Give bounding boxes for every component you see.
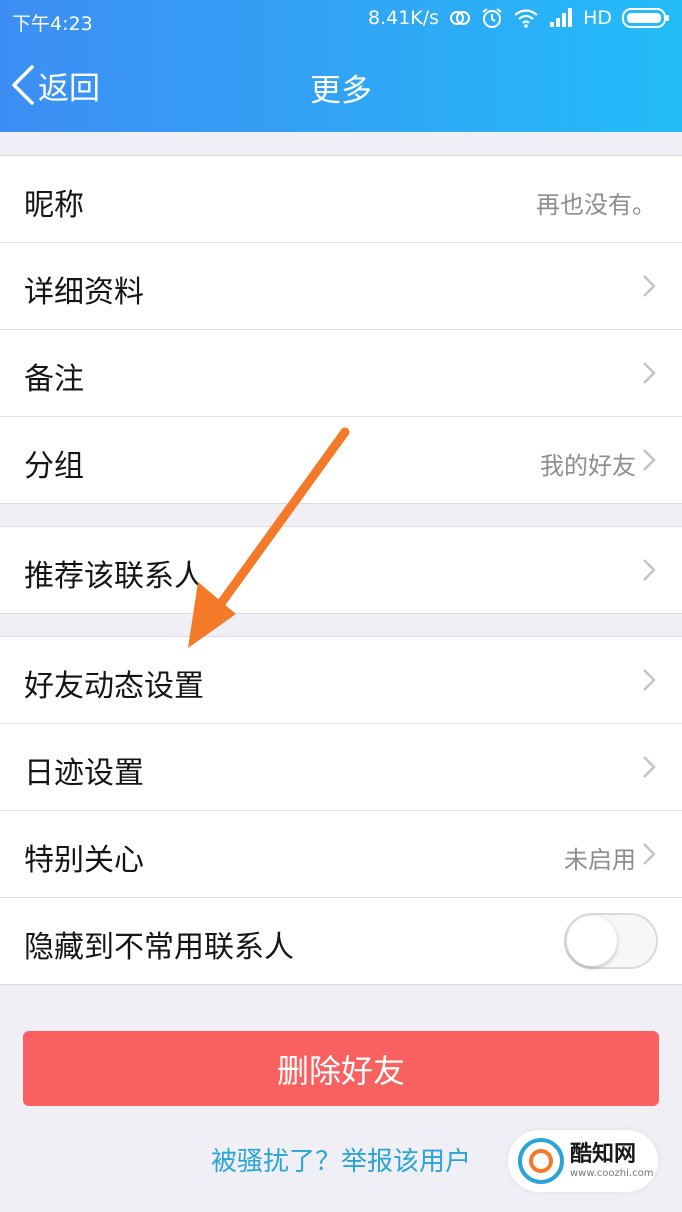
row-label: 日迹设置 <box>24 756 144 791</box>
chevron-right-icon <box>643 449 656 471</box>
row-label: 分组 <box>24 449 84 484</box>
status-time: 下午4:23 <box>12 13 93 35</box>
row-group[interactable]: 分组 我的好友 <box>0 417 682 503</box>
row-label: 好友动态设置 <box>24 669 204 704</box>
network-speed: 8.41K/s <box>368 7 440 29</box>
toggle-knob <box>567 916 617 966</box>
chevron-right-icon <box>643 559 656 581</box>
coozhi-logo-icon <box>518 1138 564 1184</box>
row-label: 备注 <box>24 362 84 397</box>
status-bar: 下午4:23 8.41K/s HD <box>0 0 682 40</box>
group-value: 我的好友 <box>540 452 636 480</box>
row-friend-feed-settings[interactable]: 好友动态设置 <box>0 637 682 724</box>
chevron-right-icon <box>643 362 656 384</box>
row-label: 推荐该联系人 <box>24 559 204 594</box>
row-hide-infrequent: 隐藏到不常用联系人 <box>0 898 682 984</box>
signal-icon <box>550 8 573 27</box>
status-indicators: 8.41K/s HD <box>368 7 670 29</box>
settings-group-privacy: 好友动态设置 日迹设置 特别关心 未启用 隐藏到不常用联系人 <box>0 636 682 985</box>
chevron-right-icon <box>643 669 656 691</box>
settings-group-profile: 昵称 再也没有。 详细资料 备注 分组 我的好友 <box>0 155 682 504</box>
row-nickname[interactable]: 昵称 再也没有。 <box>0 156 682 243</box>
special-care-value: 未启用 <box>564 846 636 874</box>
row-profile-details[interactable]: 详细资料 <box>0 243 682 330</box>
row-label: 详细资料 <box>24 275 144 310</box>
sync-icon <box>450 11 471 25</box>
network-type: HD <box>583 7 612 29</box>
watermark-name: 酷知网 <box>570 1141 637 1167</box>
watermark-text: 酷知网 www.coozhi.com <box>570 1141 654 1180</box>
nav-bar: 返回 更多 <box>0 40 682 132</box>
page-title: 更多 <box>310 73 372 109</box>
wifi-icon <box>514 9 538 28</box>
chevron-right-icon <box>643 275 656 297</box>
chevron-right-icon <box>643 756 656 778</box>
app-header: 下午4:23 8.41K/s HD 返回 更多 <box>0 0 682 132</box>
battery-icon <box>622 8 669 28</box>
row-special-care[interactable]: 特别关心 未启用 <box>0 811 682 898</box>
row-label: 昵称 <box>24 188 84 223</box>
row-daily-trace-settings[interactable]: 日迹设置 <box>0 724 682 811</box>
chevron-right-icon <box>643 843 656 865</box>
row-recommend-contact[interactable]: 推荐该联系人 <box>0 527 682 613</box>
alarm-icon <box>482 8 502 28</box>
watermark-url: www.coozhi.com <box>570 1167 654 1179</box>
row-label: 隐藏到不常用联系人 <box>24 930 294 965</box>
nickname-value: 再也没有。 <box>536 191 656 219</box>
row-label: 特别关心 <box>24 843 144 878</box>
settings-group-recommend: 推荐该联系人 <box>0 526 682 614</box>
watermark-logo: 酷知网 www.coozhi.com <box>508 1130 658 1192</box>
delete-friend-button[interactable]: 删除好友 <box>23 1031 659 1106</box>
hide-contact-toggle[interactable] <box>564 913 658 969</box>
row-remark[interactable]: 备注 <box>0 330 682 417</box>
